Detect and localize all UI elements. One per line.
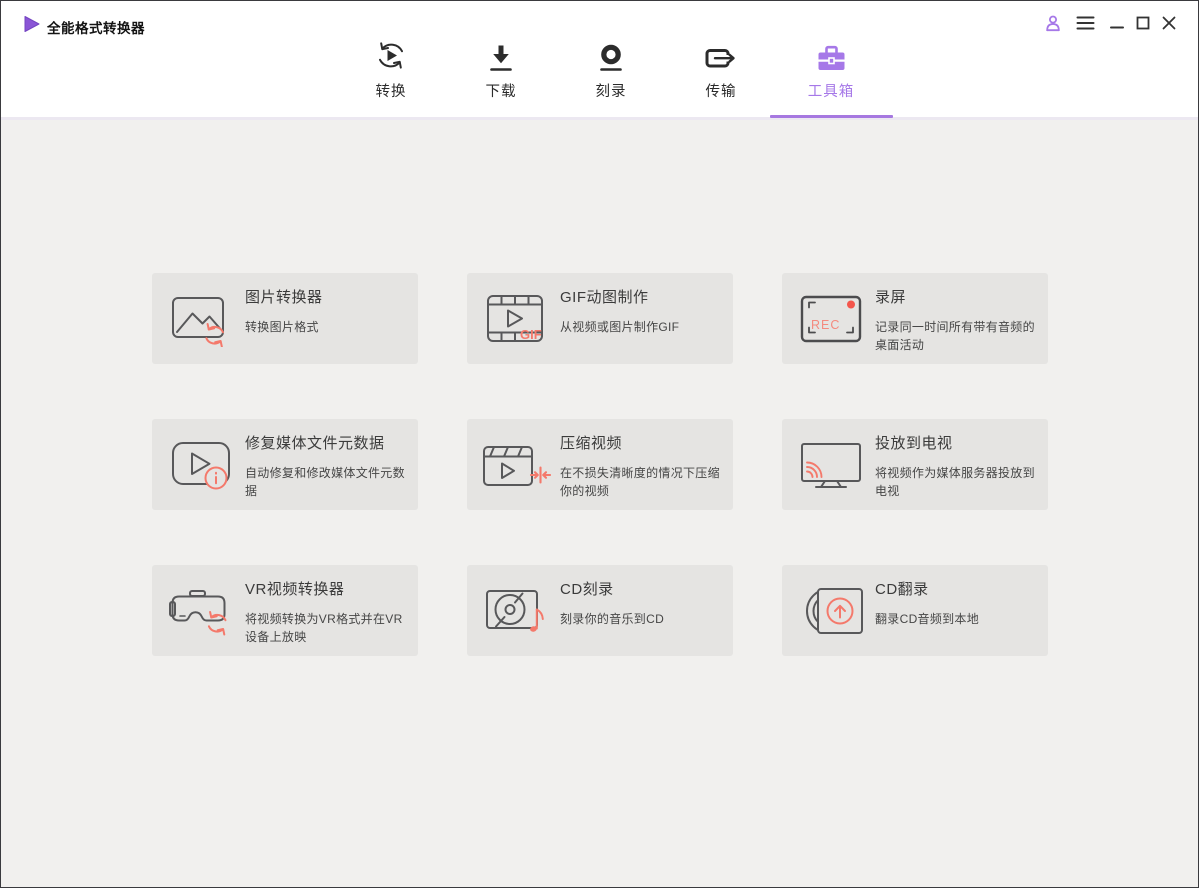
- card-text: 图片转换器 转换图片格式: [245, 286, 411, 336]
- card-title: 录屏: [875, 289, 907, 306]
- card-text: 投放到电视 将视频作为媒体服务器投放到电视: [875, 432, 1041, 500]
- app-window: { "window": { "title": "全能格式转换器" }, "nav…: [0, 0, 1199, 888]
- tab-transfer-label: 传输: [705, 84, 737, 100]
- vr-converter-icon: [166, 582, 236, 640]
- account-icon[interactable]: [1040, 11, 1066, 35]
- card-cd-rip[interactable]: CD翻录 翻录CD音频到本地: [782, 565, 1048, 656]
- tab-download[interactable]: 下载: [446, 37, 556, 101]
- card-title: 修复媒体文件元数据: [245, 435, 385, 452]
- tab-burn-label: 刻录: [595, 84, 627, 100]
- app-title: 全能格式转换器: [47, 21, 145, 36]
- card-title: VR视频转换器: [245, 581, 345, 598]
- svg-text:REC: REC: [811, 318, 840, 332]
- tab-convert-label: 转换: [375, 84, 407, 100]
- card-gif-maker[interactable]: GIF GIF动图制作 从视频或图片制作GIF: [467, 273, 733, 364]
- gif-maker-icon: GIF: [481, 290, 551, 348]
- image-converter-icon: [166, 290, 236, 348]
- active-tab-underline: [770, 115, 893, 118]
- card-description: 自动修复和修改媒体文件元数据: [245, 466, 405, 498]
- burn-icon: [556, 37, 666, 73]
- tab-burn[interactable]: 刻录: [556, 37, 666, 101]
- fix-metadata-icon: [166, 436, 236, 494]
- card-description: 在不损失清晰度的情况下压缩你的视频: [560, 466, 720, 498]
- card-title: GIF动图制作: [560, 289, 649, 306]
- compress-video-icon: [481, 436, 551, 494]
- card-description: 转换图片格式: [245, 320, 319, 334]
- cd-burn-icon: [481, 582, 551, 640]
- convert-icon: [336, 37, 446, 73]
- toolbox-grid: 图片转换器 转换图片格式 GIF GIF动图制作 从视频或图片制作GIF REC…: [152, 273, 1048, 656]
- card-text: GIF动图制作 从视频或图片制作GIF: [560, 286, 726, 336]
- menu-icon[interactable]: [1072, 11, 1098, 35]
- card-description: 将视频作为媒体服务器投放到电视: [875, 466, 1035, 498]
- cd-rip-icon: [796, 582, 866, 640]
- card-text: CD刻录 刻录你的音乐到CD: [560, 578, 726, 628]
- transfer-icon: [666, 37, 776, 73]
- card-description: 刻录你的音乐到CD: [560, 612, 665, 626]
- app-logo-icon: [23, 15, 41, 33]
- header: 全能格式转换器 转换 下载 刻录 传输 工具箱: [1, 1, 1198, 120]
- card-description: 记录同一时间所有带有音频的桌面活动: [875, 320, 1035, 352]
- tab-transfer[interactable]: 传输: [666, 37, 776, 101]
- tab-convert[interactable]: 转换: [336, 37, 446, 101]
- card-text: CD翻录 翻录CD音频到本地: [875, 578, 1041, 628]
- tab-download-label: 下载: [485, 84, 517, 100]
- card-screen-recorder[interactable]: REC 录屏 记录同一时间所有带有音频的桌面活动: [782, 273, 1048, 364]
- card-text: 录屏 记录同一时间所有带有音频的桌面活动: [875, 286, 1041, 354]
- card-title: CD刻录: [560, 581, 614, 598]
- toolbox-icon: [776, 37, 886, 73]
- card-text: 修复媒体文件元数据 自动修复和修改媒体文件元数据: [245, 432, 411, 500]
- card-fix-metadata[interactable]: 修复媒体文件元数据 自动修复和修改媒体文件元数据: [152, 419, 418, 510]
- card-description: 翻录CD音频到本地: [875, 612, 980, 626]
- screen-recorder-icon: REC: [796, 290, 866, 348]
- window-controls: [1040, 11, 1182, 35]
- card-description: 从视频或图片制作GIF: [560, 320, 680, 334]
- main-nav: 转换 下载 刻录 传输 工具箱: [336, 37, 886, 101]
- card-text: VR视频转换器 将视频转换为VR格式并在VR设备上放映: [245, 578, 411, 646]
- download-icon: [446, 37, 556, 73]
- card-cast-to-tv[interactable]: 投放到电视 将视频作为媒体服务器投放到电视: [782, 419, 1048, 510]
- card-vr-converter[interactable]: VR视频转换器 将视频转换为VR格式并在VR设备上放映: [152, 565, 418, 656]
- card-title: 压缩视频: [560, 435, 623, 452]
- tab-toolbox-label: 工具箱: [807, 84, 855, 100]
- tab-toolbox[interactable]: 工具箱: [776, 37, 886, 101]
- card-title: CD翻录: [875, 581, 929, 598]
- card-title: 图片转换器: [245, 289, 323, 306]
- maximize-button[interactable]: [1130, 11, 1156, 35]
- card-text: 压缩视频 在不损失清晰度的情况下压缩你的视频: [560, 432, 726, 500]
- minimize-button[interactable]: [1104, 11, 1130, 35]
- card-compress-video[interactable]: 压缩视频 在不损失清晰度的情况下压缩你的视频: [467, 419, 733, 510]
- cast-to-tv-icon: [796, 436, 866, 494]
- card-image-converter[interactable]: 图片转换器 转换图片格式: [152, 273, 418, 364]
- close-button[interactable]: [1156, 11, 1182, 35]
- svg-text:GIF: GIF: [520, 327, 542, 342]
- card-cd-burn[interactable]: CD刻录 刻录你的音乐到CD: [467, 565, 733, 656]
- card-title: 投放到电视: [875, 435, 953, 452]
- card-description: 将视频转换为VR格式并在VR设备上放映: [245, 612, 403, 644]
